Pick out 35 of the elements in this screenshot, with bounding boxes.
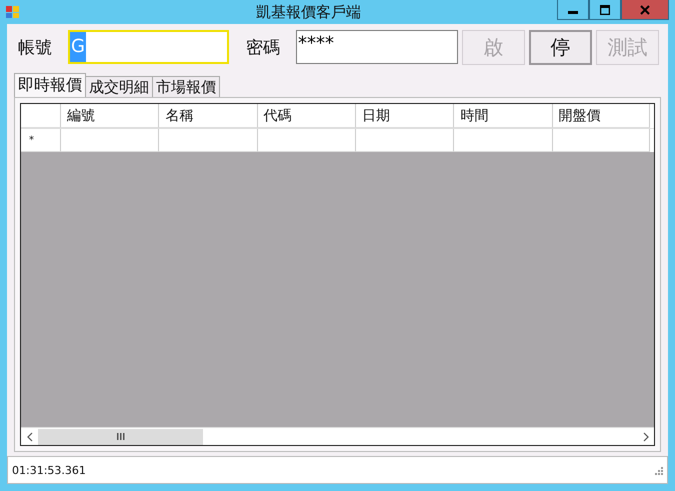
scroll-thumb[interactable] bbox=[38, 428, 203, 444]
grip-icon bbox=[116, 433, 124, 440]
account-label: 帳號 bbox=[18, 36, 52, 58]
scroll-left-icon[interactable] bbox=[26, 432, 32, 442]
column-header[interactable]: 編號 bbox=[61, 104, 160, 128]
table-cell[interactable] bbox=[258, 129, 356, 152]
maximize-icon bbox=[600, 4, 610, 14]
tab[interactable]: 市場報價 bbox=[152, 76, 220, 97]
app-icon bbox=[6, 5, 20, 19]
status-time: 01:31:53.361 bbox=[12, 464, 87, 476]
column-header[interactable]: 開盤價 bbox=[552, 104, 650, 128]
table-cell[interactable] bbox=[61, 129, 160, 152]
column-header[interactable]: 時間 bbox=[454, 104, 553, 128]
column-header[interactable]: 名稱 bbox=[159, 104, 258, 128]
column-header[interactable]: 日期 bbox=[356, 104, 454, 128]
window-title: 凱基報價客戶端 bbox=[255, 2, 362, 22]
table-cell[interactable] bbox=[454, 129, 553, 152]
column-header[interactable]: 代碼 bbox=[258, 104, 356, 128]
scroll-right-icon[interactable] bbox=[642, 432, 648, 442]
table-cell[interactable] bbox=[356, 129, 454, 152]
tab[interactable]: 成交明細 bbox=[85, 76, 153, 97]
table-cell[interactable] bbox=[552, 129, 650, 152]
close-button[interactable] bbox=[621, 0, 669, 20]
row-header-corner bbox=[21, 104, 62, 128]
minimize-icon bbox=[568, 11, 578, 14]
resize-grip-icon[interactable] bbox=[654, 466, 663, 474]
close-icon bbox=[640, 4, 650, 14]
stop-button[interactable]: 停 bbox=[529, 30, 592, 64]
horizontal-scrollbar[interactable] bbox=[21, 427, 654, 445]
password-field[interactable]: **** bbox=[296, 30, 458, 64]
table-cell[interactable] bbox=[159, 129, 258, 152]
password-label: 密碼 bbox=[246, 36, 280, 58]
minimize-button[interactable] bbox=[557, 0, 589, 20]
maximize-button[interactable] bbox=[589, 0, 621, 20]
tab[interactable]: 即時報價 bbox=[14, 73, 86, 97]
